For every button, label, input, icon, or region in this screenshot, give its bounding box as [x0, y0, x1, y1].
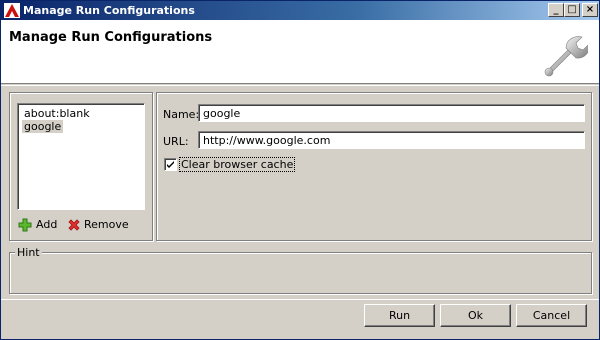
add-label: Add [36, 218, 58, 231]
ok-button[interactable]: Ok [440, 304, 511, 327]
name-label: Name: [163, 108, 200, 121]
remove-label: Remove [84, 218, 129, 231]
url-label: URL: [163, 135, 189, 148]
run-button[interactable]: Run [364, 304, 435, 327]
hint-group [9, 252, 592, 294]
cancel-button[interactable]: Cancel [516, 304, 587, 327]
configurations-list[interactable]: about:blank google [17, 103, 145, 210]
wrench-icon [544, 36, 588, 77]
red-x-icon [68, 219, 80, 231]
name-field[interactable] [198, 104, 585, 122]
close-button[interactable]: × [582, 3, 598, 17]
checkmark-icon [167, 161, 174, 168]
app-logo-icon [4, 3, 20, 18]
clear-cache-label[interactable]: Clear browser cache [179, 157, 296, 172]
header-separator [1, 85, 599, 86]
list-item-selected[interactable]: google [22, 120, 64, 133]
window-title: Manage Run Configurations [23, 4, 195, 17]
maximize-button[interactable]: □ [564, 3, 580, 17]
header-banner: Manage Run Configurations [1, 20, 599, 84]
manage-run-configurations-window: Manage Run Configurations _ □ × Manage R… [0, 0, 600, 340]
list-item[interactable]: about:blank [22, 107, 92, 120]
minimize-button[interactable]: _ [548, 3, 564, 17]
page-title: Manage Run Configurations [9, 30, 213, 45]
hint-label: Hint [15, 246, 42, 259]
clear-cache-checkbox[interactable] [164, 158, 177, 171]
plus-icon [18, 218, 32, 232]
url-field[interactable] [198, 131, 585, 149]
footer-separator [1, 299, 599, 300]
title-bar[interactable]: Manage Run Configurations _ □ × [1, 1, 599, 20]
